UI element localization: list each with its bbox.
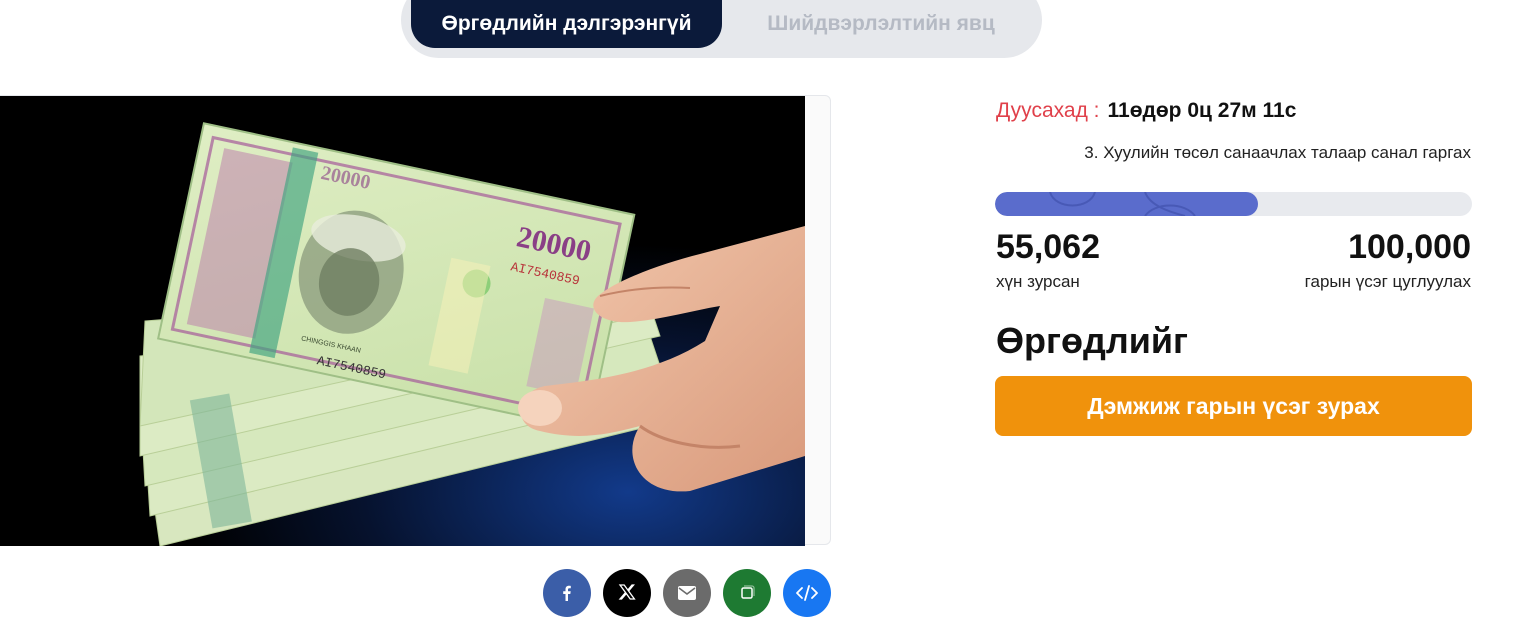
copy-icon	[741, 585, 755, 599]
embed-icon	[796, 585, 818, 601]
deadline-label: Дуусахад :	[996, 99, 1100, 122]
tab-bar: Өргөдлийн дэлгэрэнгүй Шийдвэрлэлтийн явц	[401, 0, 1042, 58]
signature-progress-bar	[995, 192, 1472, 216]
share-facebook-button[interactable]	[543, 569, 591, 617]
petition-title: 3. Хуулийн төсөл санаачлах талаар санал …	[1084, 143, 1471, 162]
tab-petition-details[interactable]: Өргөдлийн дэлгэрэнгүй	[411, 0, 722, 48]
signature-progress-fill	[995, 192, 1258, 216]
signed-count: 55,062	[996, 228, 1100, 266]
petition-image-card: CHINGGIS KHAAN 20000 20000 AI7540859 AI7…	[0, 95, 831, 546]
facebook-icon	[563, 585, 571, 601]
petition-image: CHINGGIS KHAAN 20000 20000 AI7540859 AI7…	[0, 96, 805, 546]
share-x-button[interactable]	[603, 569, 651, 617]
copy-link-button[interactable]	[723, 569, 771, 617]
progress-pattern	[1049, 192, 1196, 216]
x-icon	[618, 584, 636, 600]
tab-resolution-progress[interactable]: Шийдвэрлэлтийн явц	[731, 0, 1031, 48]
goal-count: 100,000	[1348, 228, 1471, 266]
sign-petition-button[interactable]: Дэмжиж гарын үсэг зурах	[995, 376, 1472, 436]
goal-label: гарын үсэг цуглуулах	[1304, 272, 1471, 291]
embed-code-button[interactable]	[783, 569, 831, 617]
deadline-countdown: Дуусахад : 11өдөр 0ц 27м 11с	[996, 99, 1296, 123]
signed-label: хүн зурсан	[996, 272, 1080, 291]
cta-heading: Өргөдлийг	[996, 320, 1188, 361]
deadline-value: 11өдөр 0ц 27м 11с	[1107, 99, 1297, 122]
email-icon	[678, 586, 696, 600]
share-email-button[interactable]	[663, 569, 711, 617]
